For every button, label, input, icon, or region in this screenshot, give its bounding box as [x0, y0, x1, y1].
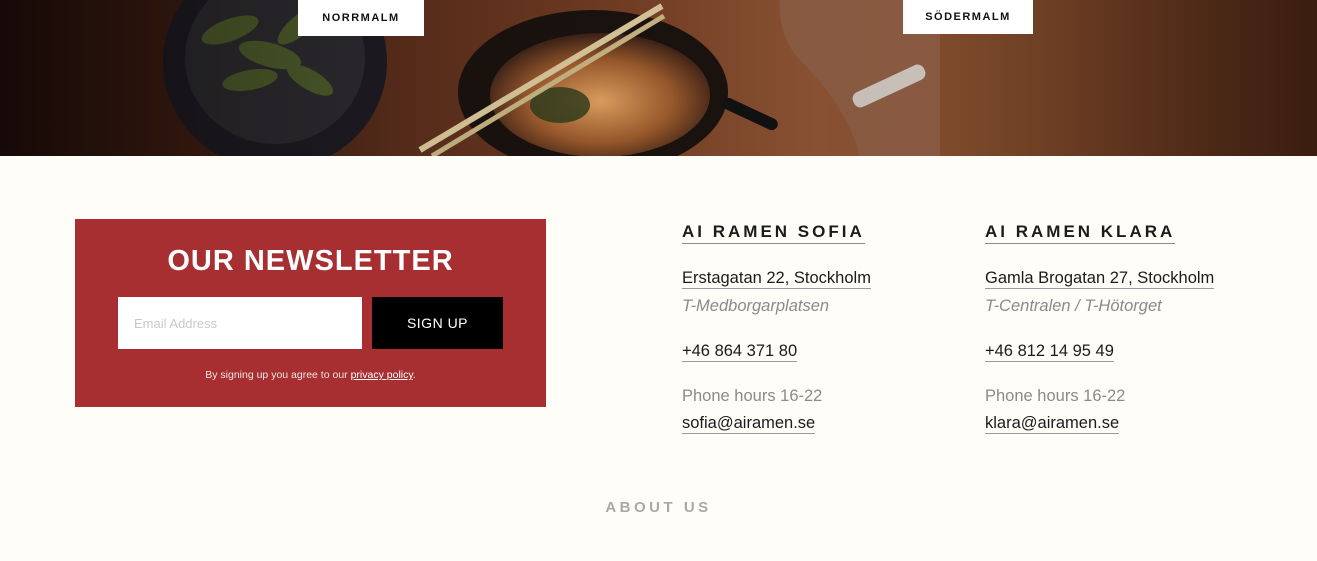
ramen-table-image [0, 0, 1317, 156]
sign-up-button[interactable]: SIGN UP [372, 297, 503, 349]
privacy-policy-link[interactable]: privacy policy [351, 369, 413, 381]
location-title: AI RAMEN SOFIA [682, 222, 865, 244]
email-link[interactable]: sofia@airamen.se [682, 414, 816, 434]
station-text: T-Centralen / T-Hötorget [985, 297, 1162, 315]
page: NORRMALM SÖDERMALM OUR NEWSLETTER SIGN U… [0, 0, 1317, 561]
about-us-link[interactable]: ABOUT US [0, 499, 1317, 516]
email-link[interactable]: klara@airamen.se [985, 414, 1120, 434]
email-input[interactable] [118, 297, 362, 349]
sodermalm-button[interactable]: SÖDERMALM [903, 0, 1033, 34]
location-klara: AI RAMEN KLARA Gamla Brogatan 27, Stockh… [985, 222, 1215, 434]
newsletter-box: OUR NEWSLETTER SIGN UP By signing up you… [75, 219, 546, 407]
newsletter-title: OUR NEWSLETTER [167, 245, 454, 277]
newsletter-terms: By signing up you agree to our privacy p… [75, 369, 546, 381]
phone-link[interactable]: +46 864 371 80 [682, 342, 798, 362]
norrmalm-button[interactable]: NORRMALM [298, 0, 424, 36]
phone-hours: Phone hours 16-22 [682, 387, 823, 405]
phone-link[interactable]: +46 812 14 95 49 [985, 342, 1114, 362]
address-link[interactable]: Erstagatan 22, Stockholm [682, 269, 871, 289]
terms-suffix: . [412, 369, 416, 381]
terms-text: By signing up you agree to our [205, 369, 351, 381]
station-text: T-Medborgarplatsen [682, 297, 830, 315]
location-title: AI RAMEN KLARA [985, 222, 1176, 244]
location-sofia: AI RAMEN SOFIA Erstagatan 22, Stockholm … [682, 222, 871, 434]
address-link[interactable]: Gamla Brogatan 27, Stockholm [985, 269, 1215, 289]
phone-hours: Phone hours 16-22 [985, 387, 1126, 405]
hero-food-photo: NORRMALM SÖDERMALM [0, 0, 1317, 156]
